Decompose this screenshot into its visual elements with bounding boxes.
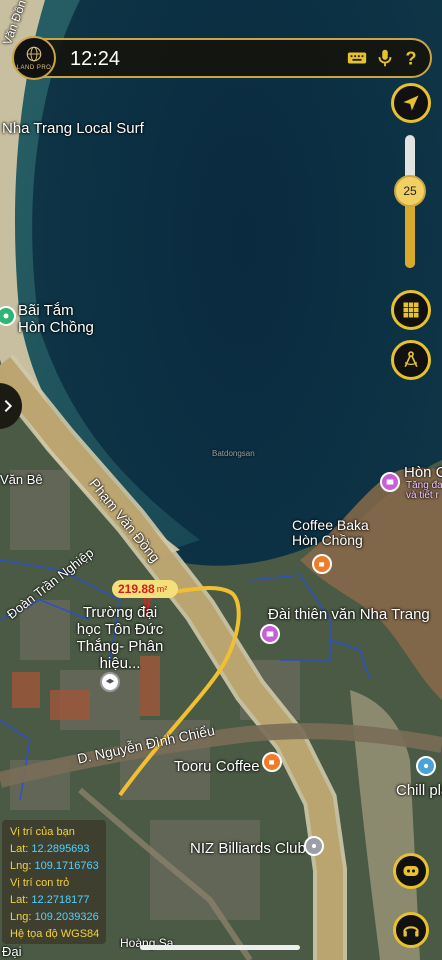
svg-text:?: ?: [405, 47, 416, 68]
locate-button[interactable]: [391, 83, 431, 123]
coffee-icon[interactable]: [262, 752, 282, 772]
lng2-label: Lng:: [10, 911, 32, 923]
support-button[interactable]: [393, 912, 429, 948]
map-label-tooru: Tooru Coffee: [174, 758, 260, 775]
globe-icon: [26, 46, 42, 62]
landmark-icon[interactable]: [380, 472, 400, 492]
coordinates-panel: Vị trí của bạn Lat: 12.2895693 Lng: 109.…: [2, 820, 106, 944]
home-indicator[interactable]: [140, 945, 300, 950]
settings-poi-icon[interactable]: [416, 756, 436, 776]
lng1-label: Lng:: [10, 860, 32, 872]
lat1-value: 12.2895693: [31, 843, 90, 855]
map-label-observatory: Đài thiên văn Nha Trang: [268, 606, 430, 623]
microphone-icon[interactable]: [374, 47, 396, 69]
pointer-location-heading: Vị trí con trỏ: [10, 877, 70, 889]
map-label-surf: Nha Trang Local Surf: [2, 120, 144, 137]
school-icon[interactable]: [100, 672, 120, 692]
map-label-beach: Bãi Tắm Hòn Chồng: [18, 302, 94, 336]
time-display: 12:24: [70, 48, 121, 70]
map-label-school: Trường đại học Tôn Đức Thắng- Phân hiệu.…: [76, 604, 164, 672]
location-pin-icon[interactable]: [304, 836, 324, 856]
map-label-island: Hòn C: [404, 464, 442, 481]
map-label-van-be: Văn Bê: [0, 472, 43, 487]
observatory-icon[interactable]: [260, 624, 280, 644]
watermark-text: Batdongsan: [212, 449, 255, 458]
chevron-right-icon: [4, 399, 13, 413]
grid-button[interactable]: [391, 290, 431, 330]
map-label-island-sub2: và tiết r: [406, 490, 439, 501]
app-logo[interactable]: LAND PRO: [12, 36, 56, 80]
keyboard-icon[interactable]: [346, 47, 368, 69]
measurement-label[interactable]: 219.88 m²: [112, 580, 178, 598]
compass-measure-icon: [404, 351, 418, 368]
crs-label: Hệ tọa độ WGS84: [10, 928, 100, 940]
your-location-heading: Vị trí của bạn: [10, 826, 75, 838]
lat2-value: 12.2718177: [31, 894, 90, 906]
map-label-niz: NIZ Billiards Club: [190, 840, 306, 857]
map-label-bottom-left: Đại: [2, 944, 22, 959]
logo-text: LAND PRO: [16, 65, 52, 71]
map-label-chill: Chill pla: [396, 782, 442, 799]
lng2-value: 109.2039326: [34, 911, 99, 923]
measurement-value: 219.88: [118, 582, 155, 596]
map-label-coffee-baka: Coffee Baka Hòn Chồng: [292, 517, 369, 548]
help-icon[interactable]: ?: [400, 47, 422, 69]
lng1-value: 109.1716763: [34, 860, 99, 872]
coffee-icon[interactable]: [312, 554, 332, 574]
headset-icon: [403, 926, 419, 937]
measurement-unit: m²: [156, 584, 168, 594]
search-bar[interactable]: LAND PRO 12:24 ?: [12, 36, 432, 80]
measure-button[interactable]: [391, 340, 431, 380]
grid-icon: [403, 302, 419, 318]
zoom-slider-thumb[interactable]: 25: [394, 174, 426, 207]
lat1-label: Lat:: [10, 843, 29, 855]
chat-bot-button[interactable]: [393, 853, 429, 889]
lat2-label: Lat:: [10, 894, 29, 906]
zoom-level-label: 25: [403, 183, 417, 198]
locate-icon: [403, 95, 419, 111]
chat-bot-icon: [403, 866, 419, 876]
satellite-map[interactable]: [0, 0, 442, 960]
